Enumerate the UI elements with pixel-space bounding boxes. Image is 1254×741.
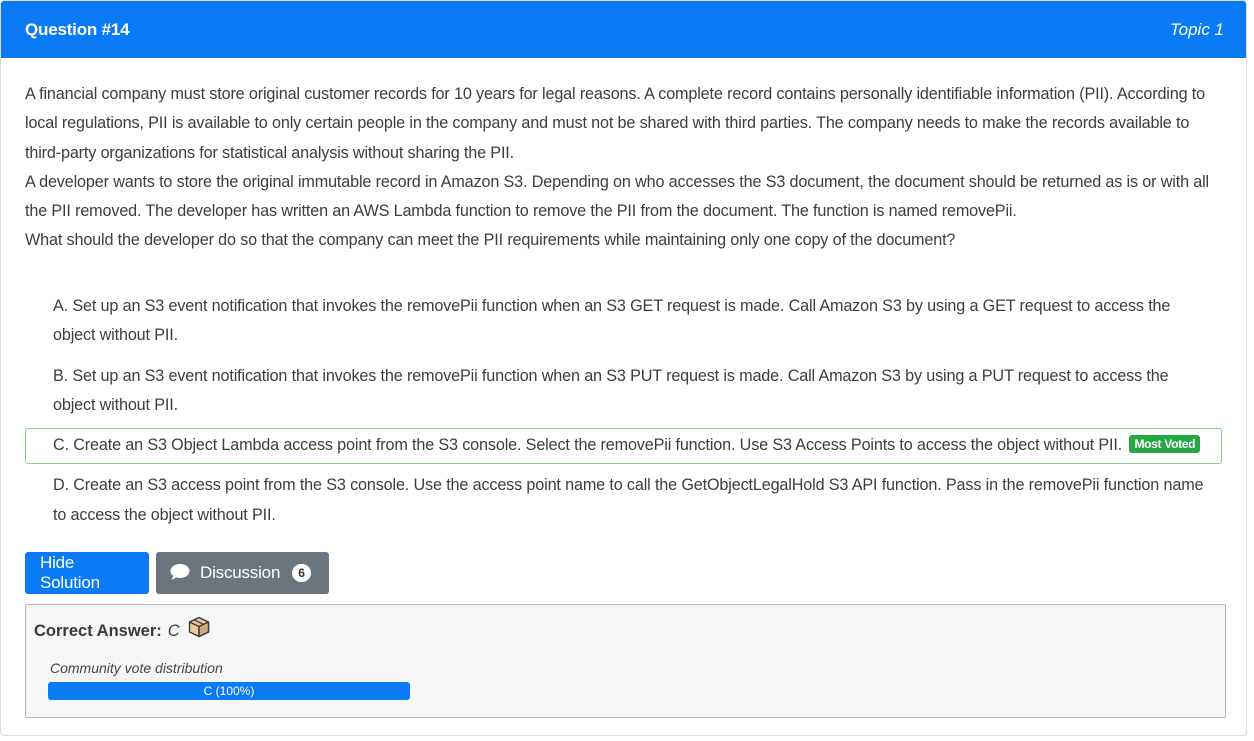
question-body: A financial company must store original … <box>1 58 1246 719</box>
discussion-button[interactable]: Discussion 6 <box>156 552 329 595</box>
hide-solution-button[interactable]: Hide Solution <box>25 552 149 595</box>
correct-answer-label: Correct Answer: <box>34 621 162 640</box>
vote-progress-fill: C (100%) <box>48 682 410 701</box>
most-voted-badge: Most Voted <box>1129 434 1201 453</box>
question-title: Question #14 <box>25 19 130 39</box>
choice-b[interactable]: B. Set up an S3 event notification that … <box>25 361 1222 422</box>
vote-distribution: Community vote distribution C (100%) <box>34 660 1217 701</box>
choice-c[interactable]: C. Create an S3 Object Lambda access poi… <box>25 427 1222 465</box>
choice-text: D. Create an S3 access point from the S3… <box>53 476 1204 524</box>
question-paragraph: A developer wants to store the original … <box>25 172 1210 221</box>
choice-a[interactable]: A. Set up an S3 event notification that … <box>25 291 1222 352</box>
choice-text: C. Create an S3 Object Lambda access poi… <box>53 435 1123 454</box>
chat-bubble-icon <box>170 563 190 586</box>
question-card: Question #14 Topic 1 A financial company… <box>0 0 1247 736</box>
vote-distribution-label: Community vote distribution <box>50 660 223 677</box>
correct-answer-value: C <box>167 621 180 640</box>
correct-answer-line: Correct Answer: C <box>34 616 1217 645</box>
answer-panel: Correct Answer: C Community vote distrib… <box>25 604 1226 719</box>
vote-progress-bar: C (100%) <box>48 682 410 701</box>
discussion-label: Discussion <box>200 563 281 583</box>
question-paragraph: What should the developer do so that the… <box>25 231 956 250</box>
topic-label: Topic 1 <box>1169 19 1224 39</box>
choice-text: A. Set up an S3 event notification that … <box>53 296 1171 345</box>
question-header: Question #14 Topic 1 <box>1 1 1246 58</box>
question-text: A financial company must store original … <box>25 80 1222 256</box>
choice-text: B. Set up an S3 event notification that … <box>53 366 1169 415</box>
action-buttons: Hide Solution Discussion 6 <box>25 552 1222 595</box>
hide-solution-label: Hide Solution <box>40 553 100 593</box>
discussion-count-badge: 6 <box>292 564 311 583</box>
choice-d[interactable]: D. Create an S3 access point from the S3… <box>25 470 1222 531</box>
choices-list: A. Set up an S3 event notification that … <box>25 291 1222 532</box>
package-box-icon <box>188 616 210 645</box>
question-paragraph: A financial company must store original … <box>25 85 1206 162</box>
